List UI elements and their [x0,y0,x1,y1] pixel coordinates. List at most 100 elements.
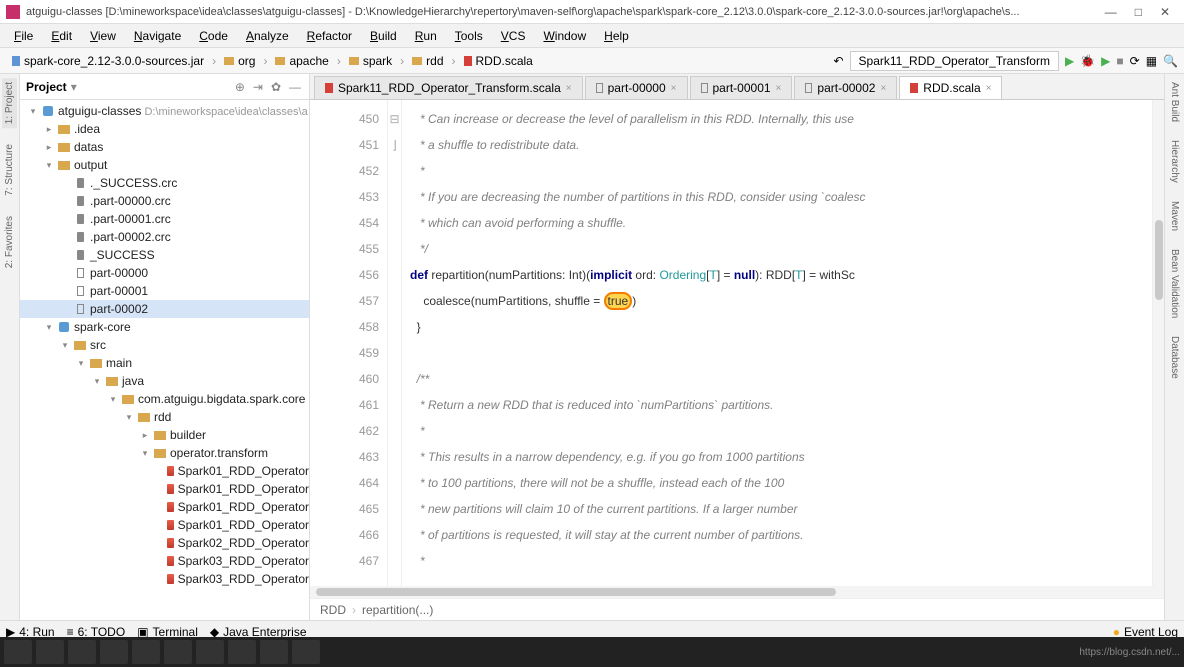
left-tab[interactable]: 2: Favorites [2,212,17,272]
settings-icon[interactable]: ✿ [269,80,283,94]
close-tab-icon[interactable]: × [671,83,677,94]
tree-item[interactable]: ▸datas [20,138,309,156]
breadcrumb-item[interactable]: RDD [320,603,346,617]
editor-tabs: Spark11_RDD_Operator_Transform.scala×par… [310,74,1164,100]
tree-item[interactable]: Spark01_RDD_Operator [20,516,309,534]
menu-vcs[interactable]: VCS [493,27,534,45]
breadcrumb-segment[interactable]: org [218,52,261,70]
tree-item[interactable]: ▾com.atguigu.bigdata.spark.core [20,390,309,408]
taskbar-app[interactable] [260,640,288,664]
taskbar-app[interactable] [228,640,256,664]
collapse-icon[interactable]: ⇥ [251,80,265,94]
breadcrumb-segment[interactable]: spark-core_2.12-3.0.0-sources.jar [6,52,210,70]
breadcrumb-segment[interactable]: apache [269,52,334,70]
run-with-coverage-icon[interactable]: ▶ [1101,54,1110,68]
tree-item[interactable]: ▾operator.transform [20,444,309,462]
right-tab[interactable]: Hierarchy [1167,136,1182,187]
tree-item[interactable]: Spark01_RDD_Operator [20,462,309,480]
tree-item[interactable]: ▾rdd [20,408,309,426]
tree-item[interactable]: Spark03_RDD_Operator [20,552,309,570]
tree-item[interactable]: ▾spark-core [20,318,309,336]
tree-item[interactable]: Spark03_RDD_Operator [20,570,309,588]
tree-item[interactable]: part-00002 [20,300,309,318]
stop-icon[interactable]: ■ [1116,54,1123,68]
right-tab[interactable]: Maven [1167,197,1182,235]
breadcrumb-segment[interactable]: RDD.scala [458,52,539,70]
tree-item[interactable]: ▾java [20,372,309,390]
menu-run[interactable]: Run [407,27,445,45]
left-tab[interactable]: 7: Structure [2,140,17,200]
editor-tab[interactable]: RDD.scala× [899,76,1002,99]
menu-code[interactable]: Code [191,27,236,45]
right-tab[interactable]: Database [1167,332,1182,383]
project-tree[interactable]: ▾atguigu-classes D:\mineworkspace\idea\c… [20,100,309,620]
close-tab-icon[interactable]: × [986,83,992,94]
start-button[interactable] [4,640,32,664]
maximize-button[interactable]: □ [1135,5,1142,19]
tree-item[interactable]: ▾main [20,354,309,372]
tree-item[interactable]: ▸builder [20,426,309,444]
taskbar-app[interactable] [36,640,64,664]
locate-icon[interactable]: ⊕ [233,80,247,94]
tree-item[interactable]: .part-00000.crc [20,192,309,210]
horizontal-scrollbar[interactable] [310,586,1164,598]
run-config-select[interactable]: Spark11_RDD_Operator_Transform [850,51,1059,71]
close-tab-icon[interactable]: × [566,83,572,94]
tree-item[interactable]: part-00000 [20,264,309,282]
hide-icon[interactable]: — [287,80,303,94]
code-editor[interactable]: * Can increase or decrease the level of … [402,100,1152,586]
tree-item[interactable]: ▾src [20,336,309,354]
menu-view[interactable]: View [82,27,124,45]
menu-navigate[interactable]: Navigate [126,27,189,45]
search-icon[interactable]: 🔍 [1163,54,1178,68]
breadcrumb-item[interactable]: repartition(...) [362,603,433,617]
taskbar-app[interactable] [100,640,128,664]
tree-item[interactable]: ▾atguigu-classes D:\mineworkspace\idea\c… [20,102,309,120]
tree-item[interactable]: .part-00002.crc [20,228,309,246]
tree-item[interactable]: Spark01_RDD_Operator [20,498,309,516]
breadcrumb-segment[interactable]: rdd [406,52,449,70]
menu-tools[interactable]: Tools [447,27,491,45]
close-tab-icon[interactable]: × [776,83,782,94]
editor-tab[interactable]: part-00000× [585,76,688,99]
menu-edit[interactable]: Edit [43,27,80,45]
taskbar-app[interactable] [132,640,160,664]
editor-tab[interactable]: part-00002× [794,76,897,99]
scala-icon [464,56,472,66]
breadcrumb-segment[interactable]: spark [343,52,398,70]
fold-gutter[interactable]: ⊟⌋ [388,100,402,586]
taskbar-app[interactable] [292,640,320,664]
tree-item[interactable]: ▸.idea [20,120,309,138]
editor-breadcrumb[interactable]: RDD›repartition(...) [310,598,1164,620]
menu-refactor[interactable]: Refactor [299,27,360,45]
tree-item[interactable]: .part-00001.crc [20,210,309,228]
run-icon[interactable]: ▶ [1065,54,1074,68]
back-icon[interactable]: ↶ [833,54,843,68]
vertical-scrollbar[interactable] [1152,100,1164,586]
tree-item[interactable]: _SUCCESS [20,246,309,264]
close-tab-icon[interactable]: × [880,83,886,94]
menu-build[interactable]: Build [362,27,405,45]
tree-item[interactable]: Spark01_RDD_Operator [20,480,309,498]
taskbar-app[interactable] [68,640,96,664]
editor-tab[interactable]: part-00001× [690,76,793,99]
taskbar-app[interactable] [164,640,192,664]
taskbar-app[interactable] [196,640,224,664]
tree-item[interactable]: ._SUCCESS.crc [20,174,309,192]
tree-item[interactable]: Spark02_RDD_Operator [20,534,309,552]
minimize-button[interactable]: — [1105,5,1117,19]
right-tab[interactable]: Bean Validation [1167,245,1182,322]
close-button[interactable]: ✕ [1160,5,1170,19]
tree-item[interactable]: ▾output [20,156,309,174]
debug-icon[interactable]: 🐞 [1080,54,1095,68]
left-tab[interactable]: 1: Project [2,78,17,128]
editor-tab[interactable]: Spark11_RDD_Operator_Transform.scala× [314,76,583,99]
menu-file[interactable]: File [6,27,41,45]
menu-window[interactable]: Window [535,27,594,45]
layout-icon[interactable]: ▦ [1146,54,1157,68]
vcs-update-icon[interactable]: ⟳ [1130,54,1140,68]
tree-item[interactable]: part-00001 [20,282,309,300]
right-tab[interactable]: Ant Build [1167,78,1182,126]
menu-help[interactable]: Help [596,27,637,45]
menu-analyze[interactable]: Analyze [238,27,297,45]
